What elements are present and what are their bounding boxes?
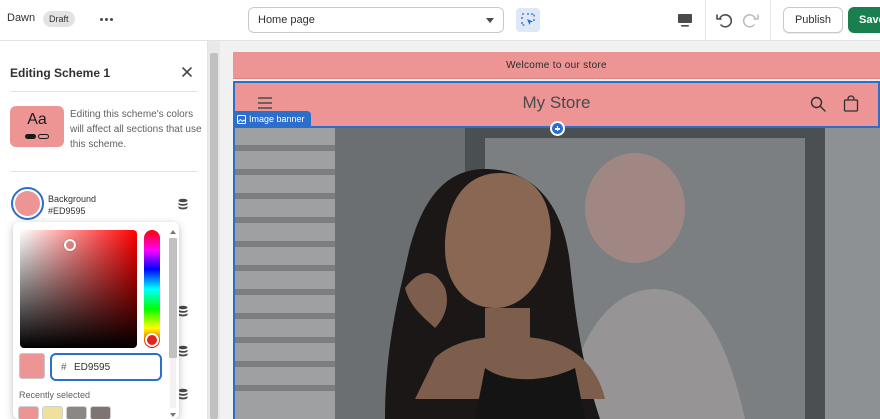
background-value: #ED9595 [48,206,86,216]
undo-icon[interactable] [714,10,734,30]
primary-button-preview [25,134,36,139]
divider [705,0,706,41]
background-color-swatch[interactable] [11,187,44,220]
hex-input[interactable]: # ED9595 [50,353,162,381]
database-icon[interactable] [177,198,189,210]
section-tag[interactable]: Image banner [233,111,311,127]
recently-selected-label: Recently selected [19,390,91,400]
picker-scrollbar[interactable] [169,230,177,417]
theme-name: Dawn [7,12,36,24]
image-banner[interactable] [233,128,880,419]
publish-button[interactable]: Publish [783,7,843,33]
panel-scrollbar[interactable] [208,41,220,419]
hue-slider[interactable] [144,230,160,348]
add-section-button[interactable] [550,121,565,136]
panel-title: Editing Scheme 1 [10,66,111,80]
recent-color-swatch[interactable] [90,406,111,419]
save-button[interactable]: Save [848,7,880,33]
announcement-text: Welcome to our store [506,60,607,71]
section-tag-label: Image banner [249,114,305,124]
color-picker-popover: # ED9595 Recently selected [13,222,179,419]
hex-value[interactable]: ED9595 [74,362,110,373]
inspector-toggle-button[interactable] [516,8,540,32]
store-title[interactable]: My Store [235,93,878,113]
page-select-value: Home page [258,14,315,26]
more-actions-icon[interactable] [97,10,115,28]
recent-color-swatch[interactable] [42,406,63,419]
divider [770,0,771,41]
scrollbar-thumb[interactable] [210,53,218,419]
secondary-button-preview [38,134,49,139]
divider [10,91,198,92]
cursor-select-icon [521,13,535,26]
hue-slider-handle[interactable] [145,333,159,347]
scroll-down-icon[interactable] [170,413,176,417]
image-icon [237,114,246,124]
banner-photo [235,128,880,419]
close-icon[interactable] [181,66,193,78]
desktop-view-icon[interactable] [676,11,694,29]
scrollbar-thumb[interactable] [169,238,177,358]
cart-icon[interactable] [843,95,859,112]
saturation-handle[interactable] [64,239,76,251]
scroll-up-icon[interactable] [170,230,176,234]
divider [10,171,198,172]
scheme-preview-card: Aa [10,106,64,147]
current-color-preview [19,353,45,379]
search-icon[interactable] [810,96,826,112]
announcement-bar[interactable]: Welcome to our store [233,52,880,79]
redo-icon[interactable] [741,10,761,30]
hex-prefix: # [61,362,67,373]
editor-topbar: Dawn Draft Home page Publish Save [0,0,880,41]
preview-canvas: Welcome to our store My Store Image bann… [220,41,880,419]
scheme-preview-text: Aa [27,111,47,128]
status-badge: Draft [43,11,75,27]
scheme-info-text: Editing this scheme's colors will affect… [70,109,202,150]
recent-color-swatch[interactable] [18,406,39,419]
recent-color-swatch[interactable] [66,406,87,419]
chevron-down-icon [486,18,494,23]
page-select[interactable]: Home page [248,7,504,33]
background-label: Background [48,194,97,204]
saturation-brightness-area[interactable] [20,230,137,348]
